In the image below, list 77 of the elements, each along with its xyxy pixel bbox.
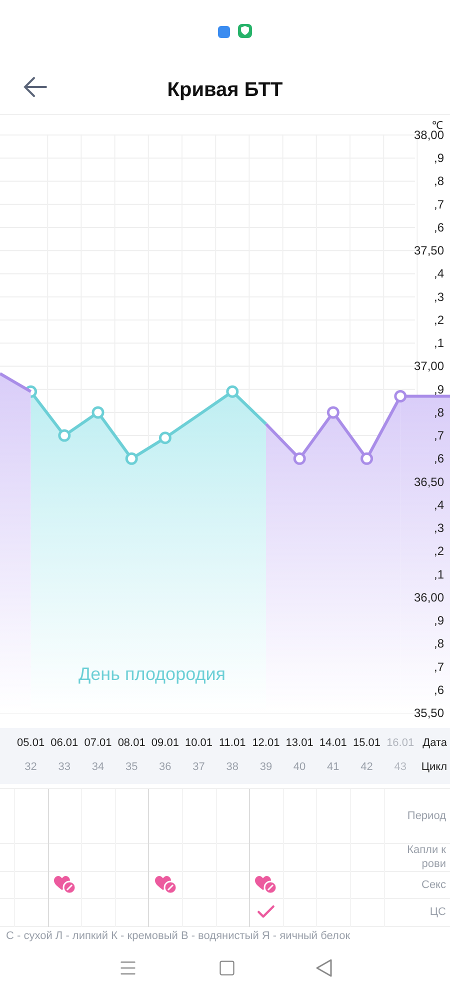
cycle-day: 43 <box>384 759 418 776</box>
cycle-day: 34 <box>81 759 115 776</box>
row-label: Капли крови <box>406 843 446 872</box>
axis-label: ,1 <box>434 566 444 581</box>
data-point[interactable] <box>326 406 340 418</box>
axis-label: ,9 <box>434 382 444 396</box>
heart-pill-icon <box>54 876 76 894</box>
date-label: 09.01 <box>150 736 180 752</box>
row-label: Период <box>406 808 446 823</box>
cycle-day: 38 <box>216 759 250 776</box>
cycle-day: 36 <box>148 759 182 776</box>
axis-label: ,8 <box>434 636 444 650</box>
row-label: Секс <box>420 878 446 892</box>
axis-label: ,6 <box>434 451 444 466</box>
axis-label: ,8 <box>434 174 444 188</box>
axis-label: ,1 <box>434 336 444 350</box>
page-title: Кривая БТТ <box>167 78 283 103</box>
axis-label: ,7 <box>434 428 444 442</box>
cycle-day: 37 <box>182 759 216 776</box>
axis-label: ,2 <box>434 544 444 558</box>
cycle-day: 33 <box>48 759 82 776</box>
cycle-day: 39 <box>249 759 283 776</box>
axis-label: 37,50 <box>414 243 444 258</box>
cycle-day: 35 <box>114 759 148 776</box>
axis-label: ,6 <box>434 682 444 697</box>
day-column[interactable] <box>48 788 82 927</box>
axis-label: ,7 <box>434 197 444 212</box>
cycle-day: 32 <box>14 759 48 776</box>
row-label: Дата <box>422 736 448 752</box>
day-column[interactable] <box>249 788 283 927</box>
data-point[interactable] <box>394 390 407 402</box>
axis-label: ,8 <box>434 405 444 420</box>
axis-label: ,4 <box>434 266 444 280</box>
cycle-day: 42 <box>350 759 384 776</box>
heart-pill-icon <box>255 876 278 894</box>
data-point[interactable] <box>360 452 374 465</box>
axis-label: ,2 <box>434 312 444 327</box>
day-column[interactable] <box>148 788 182 927</box>
home-icon[interactable] <box>218 959 236 978</box>
date-label: 14.01 <box>318 736 348 752</box>
date-label: 06.01 <box>50 736 80 752</box>
app-icon <box>218 26 230 38</box>
date-label: 11.01 <box>218 736 247 752</box>
legend-text: С - сухой Л - липкий К - кремовый В - водянистый Я - яичный белок <box>5 928 352 944</box>
date-label: 12.01 <box>251 736 281 752</box>
date-label: 08.01 <box>116 736 146 752</box>
data-point[interactable] <box>158 431 172 444</box>
date-label: 07.01 <box>83 736 113 752</box>
data-point[interactable] <box>92 406 104 418</box>
date-label: 16.01 <box>386 736 416 752</box>
date-label: 10.01 <box>184 736 214 752</box>
axis-label: 36,00 <box>414 590 444 604</box>
heart-pill-icon <box>154 876 177 894</box>
axis-label: 37,00 <box>414 358 444 373</box>
fertile-day-label: День плодородия <box>78 664 226 684</box>
axis-label: ,6 <box>434 220 444 234</box>
axis-label: ,9 <box>434 613 444 628</box>
axis-label: ,3 <box>434 290 444 304</box>
axis-label: ,4 <box>434 498 444 512</box>
axis-label: ,3 <box>434 520 444 535</box>
date-label: 13.01 <box>284 736 314 752</box>
back-icon[interactable] <box>316 959 332 978</box>
data-point[interactable] <box>226 385 239 398</box>
data-point[interactable] <box>125 452 138 465</box>
axis-label: 36,50 <box>414 474 444 488</box>
axis-label: ,9 <box>434 150 444 165</box>
axis-label: ,7 <box>434 659 444 674</box>
data-point[interactable] <box>293 452 306 465</box>
row-label: ЦС <box>428 905 446 920</box>
axis-label: 35,50 <box>414 706 444 720</box>
row-label: Цикл <box>421 760 448 776</box>
date-label: 05.01 <box>16 736 46 752</box>
data-point[interactable] <box>58 428 71 442</box>
shield-icon <box>238 24 252 38</box>
date-label: 15.01 <box>352 736 382 752</box>
cycle-day: 40 <box>282 759 316 776</box>
cycle-day: 41 <box>316 759 350 776</box>
